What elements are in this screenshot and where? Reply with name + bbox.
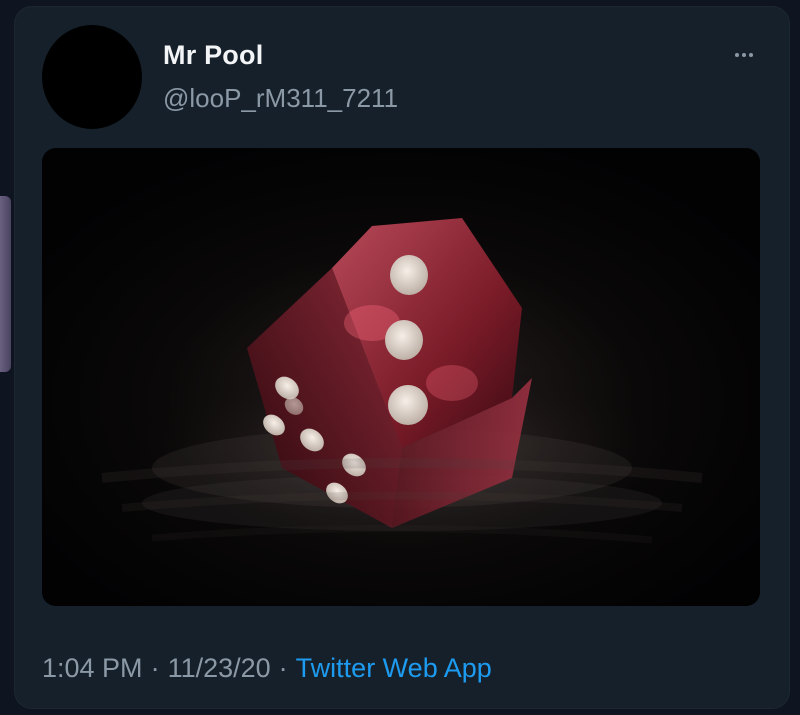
dice-photo [42,148,760,606]
tweet-time[interactable]: 1:04 PM [42,653,143,683]
avatar[interactable] [42,25,142,129]
screenshot-frame: Mr Pool @looP_rM311_7211 1:04 PM · 11/23… [0,0,800,715]
tweet-metadata: 1:04 PM · 11/23/20 · Twitter Web App [42,653,492,684]
meta-separator: · [150,653,160,683]
meta-separator: · [278,653,288,683]
side-tab [0,196,11,372]
more-horizontal-icon [735,53,753,57]
display-name[interactable]: Mr Pool [163,40,263,71]
tweet-image[interactable] [42,148,760,606]
user-handle[interactable]: @looP_rM311_7211 [163,83,398,114]
tweet-source-link[interactable]: Twitter Web App [296,653,492,683]
tweet-date[interactable]: 11/23/20 [168,653,271,683]
more-options-button[interactable] [727,44,761,66]
